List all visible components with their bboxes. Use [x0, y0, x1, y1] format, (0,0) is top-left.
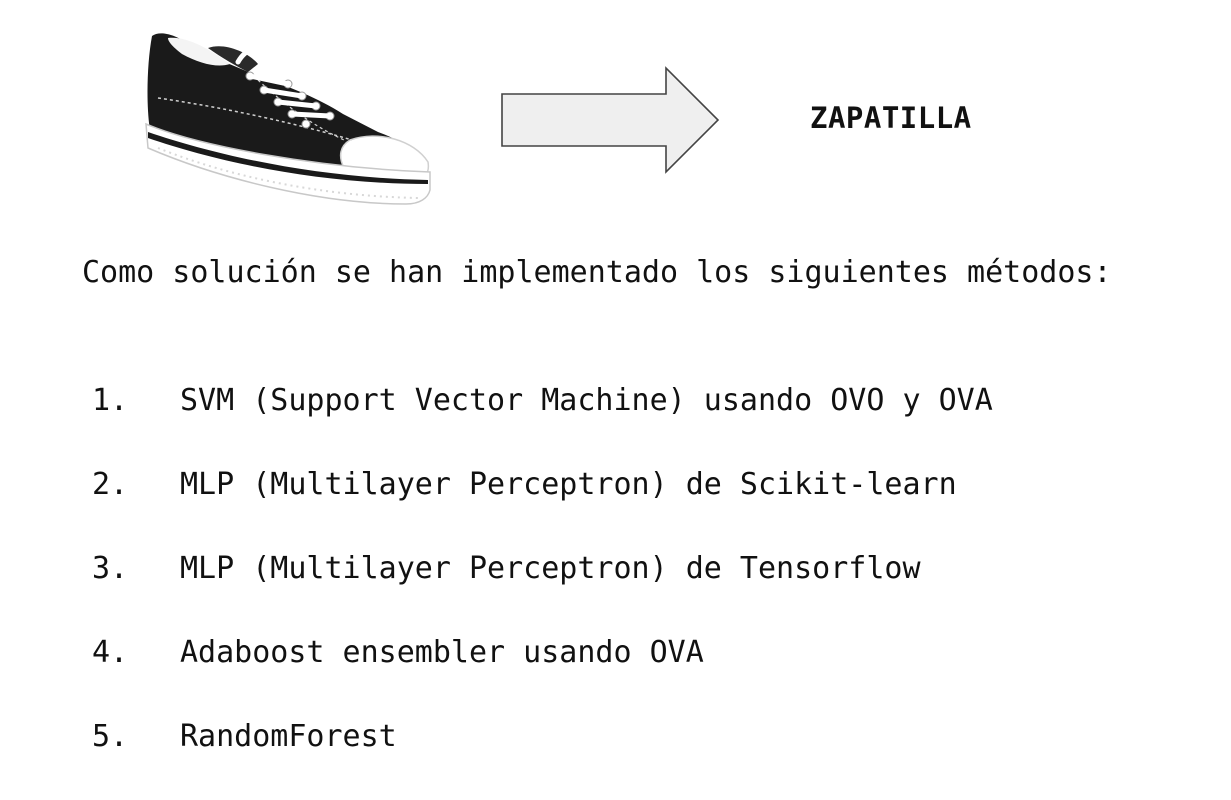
list-item-text: MLP (Multilayer Perceptron) de Tensorflo… [180, 551, 921, 586]
list-item-text: SVM (Support Vector Machine) usando OVO … [180, 383, 993, 418]
list-item-text: MLP (Multilayer Perceptron) de Scikit-le… [180, 467, 957, 502]
list-item-number: 5. [92, 719, 129, 754]
list-item: 1. SVM (Support Vector Machine) usando O… [92, 380, 993, 464]
list-item: 5. RandomForest [92, 716, 993, 800]
list-item-text: RandomForest [180, 719, 397, 754]
list-item-number: 1. [92, 383, 129, 418]
sneaker-image [145, 33, 431, 205]
list-item-number: 2. [92, 467, 129, 502]
class-label: ZAPATILLA [810, 101, 972, 135]
list-item: 3. MLP (Multilayer Perceptron) de Tensor… [92, 548, 993, 632]
list-item-number: 3. [92, 551, 129, 586]
intro-paragraph: Como solución se han implementado los si… [82, 255, 1112, 290]
list-item: 4. Adaboost ensembler usando OVA [92, 632, 993, 716]
list-item-text: Adaboost ensembler usando OVA [180, 635, 704, 670]
methods-list: 1. SVM (Support Vector Machine) usando O… [92, 380, 993, 800]
list-item: 2. MLP (Multilayer Perceptron) de Scikit… [92, 464, 993, 548]
list-item-number: 4. [92, 635, 129, 670]
right-arrow-icon [501, 66, 720, 174]
